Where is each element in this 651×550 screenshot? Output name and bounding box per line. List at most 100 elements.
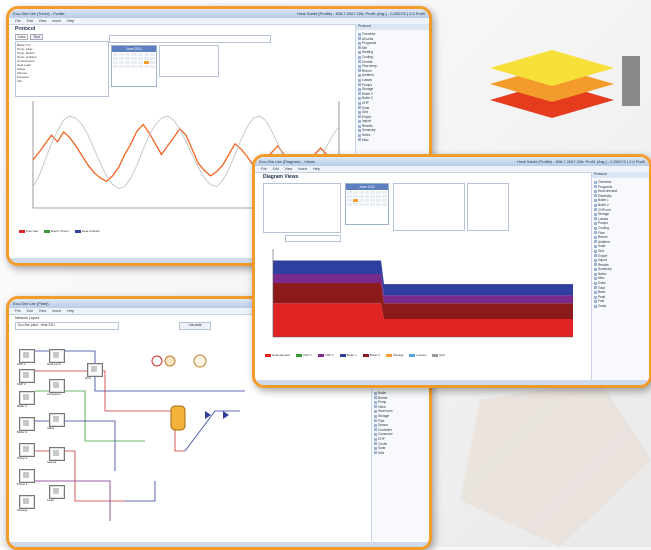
diagram-calendar[interactable]: June 2011 [345,183,389,225]
area-chart [272,249,573,338]
menu-file[interactable]: File [261,167,267,171]
node-label: Pump 2 [17,482,28,486]
tab-data[interactable]: Data [15,34,29,40]
node-label: Pump 1 [17,456,28,460]
trend-calendar[interactable]: June 2011 [111,45,157,87]
node-storage[interactable] [19,495,35,509]
trend-panel-title: Protocol [15,26,36,32]
menu-file[interactable]: File [15,19,21,23]
menu-insert[interactable]: Insert [298,167,307,171]
legend-item: Fuel Gas [19,229,38,233]
trend-toolbar-combo[interactable] [109,35,271,43]
menu-view[interactable]: View [39,19,47,23]
sidebar-header: Protocol [356,24,429,30]
consumer-icon [193,354,207,368]
trend-right-title: Heat Sankt (Profile) - KBL7.2007.22b; Pr… [297,11,425,16]
node-label: Boiler 1 [17,404,28,408]
status-bar [9,542,429,547]
node-sensor[interactable] [49,447,65,461]
menu-edit[interactable]: Edit [273,167,279,171]
sidebar-item[interactable]: Grid [374,451,429,456]
background-shape [460,380,651,547]
node-valve[interactable] [49,413,65,427]
legend-item: Storage [385,353,403,357]
node-label: Grid [85,376,91,380]
node-pump-2[interactable] [19,469,35,483]
node-boiler-2[interactable] [19,417,35,431]
schematic-sidebar: Boiler Burner Pump Valve Heat exch. Storage Pi… [371,389,429,541]
menu-help[interactable]: Help [67,309,74,313]
legend-item: Grid [431,353,445,357]
menu-view[interactable]: View [285,167,293,171]
menu-view[interactable]: View [39,309,47,313]
diagram-side-list: Overview Prognosis Heat demand Electricity B… [594,180,649,309]
legend-item: CHP 2 [317,353,334,357]
diagram-titlebar: Eco-Sim Lite (Diagram) - Views Heat Sank… [255,157,649,166]
menu-insert[interactable]: Insert [52,309,61,313]
diagram-values-box[interactable] [467,183,509,231]
pump-icon [164,355,176,367]
trend-list[interactable]: Basis (°C) Temp. Flow Temp. Return Temp.… [15,41,109,97]
node-label: Consumer [47,392,61,396]
sidebar-item[interactable]: Costs [594,304,649,309]
schematic-title: Eco-Sim Lite (Plant) [13,301,49,306]
node-grid[interactable] [87,363,103,377]
valve-icon [223,411,229,419]
node-label: Heat exch. [47,362,62,366]
status-bar [255,380,649,385]
node-pump-1[interactable] [19,443,35,457]
node-label: CHP 1 [17,362,26,366]
diagram-legend: Heat demand CHP 1 CHP 2 Boiler 1 Boiler … [265,353,565,357]
schematic-dropdown[interactable]: Eco-Sim plant - Heat 2011 [15,322,119,330]
schematic-panel-title: Network Layout [15,316,40,320]
menu-edit[interactable]: Edit [27,309,33,313]
menu-file[interactable]: File [15,309,21,313]
node-chp-2[interactable] [19,369,35,383]
legend-item: Boiler 2 [362,353,380,357]
node-label: Sensor [47,460,57,464]
node-boiler-1[interactable] [19,391,35,405]
pump-icon [151,355,163,367]
storage-tank-icon [170,405,186,431]
node-consumer[interactable] [49,379,65,393]
trend-title: Eco-Sim Lite (Trend) - Profile [13,11,65,16]
legend-item: Heat demand [265,353,290,357]
node-chp-1[interactable] [19,349,35,363]
node-load[interactable] [49,485,65,499]
node-heat-exchanger[interactable] [49,349,65,363]
diagram-panel-title: Diagram Views [263,174,299,180]
diagram-select[interactable] [285,235,341,242]
menu-help[interactable]: Help [313,167,320,171]
diagram-window: Eco-Sim Lite (Diagram) - Views Heat Sank… [252,154,651,388]
diagram-title: Eco-Sim Lite (Diagram) - Views [259,159,315,164]
legend-item: Losses [409,353,426,357]
trend-tabs: Data Text [15,34,43,40]
node-label: Load [47,498,54,502]
diagram-sidebar: Protocol Overview Prognosis Heat demand Ele… [591,172,649,380]
legend-item: CHP 1 [296,353,312,357]
diagram-right-title: Heat Sankt (Profile) - KBL7.2007.22b; Pr… [517,159,645,164]
logo-letter-block [622,56,640,106]
menu-insert[interactable]: Insert [52,19,61,23]
node-label: Storage [17,508,28,512]
node-label: CHP 2 [17,382,26,386]
list-item[interactable]: Info [17,79,107,83]
diagram-list[interactable] [263,183,341,233]
layers-logo-icon [490,50,640,118]
trend-titlebar: Eco-Sim Lite (Trend) - Profile Heat Sank… [9,9,429,18]
diagram-menubar: File Edit View Insert Help [255,166,649,173]
sidebar-item[interactable]: Misc [358,138,429,143]
node-label: Boiler 2 [17,430,28,434]
trend-notes-box[interactable] [159,45,219,77]
trend-side-list: Overview All units Prognosis Net Heating Cool… [358,32,429,143]
schematic-side-list: Boiler Burner Pump Valve Heat exch. Storage Pi… [374,391,429,456]
calculate-button[interactable]: Calculate [179,322,211,330]
sidebar-header: Protocol [592,172,649,178]
menu-help[interactable]: Help [67,19,74,23]
legend-item: Electr. Power [44,229,69,233]
diagram-options-box[interactable] [393,183,465,231]
menu-edit[interactable]: Edit [27,19,33,23]
legend-item: Boiler 1 [339,353,357,357]
legend-item: Heat Ambient [74,229,100,233]
tab-text[interactable]: Text [30,34,43,40]
